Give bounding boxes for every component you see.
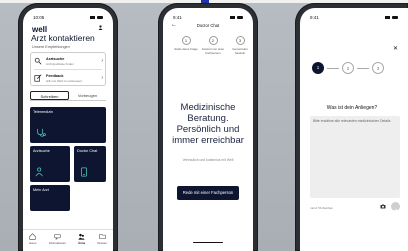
stethoscope-icon — [37, 128, 46, 137]
send-arrow-icon — [393, 208, 398, 213]
row-feedback[interactable]: Feedback Hilf uns Well zu verbessern › — [30, 70, 106, 86]
phone-doctor-chat: 9:41 ← Doctor Chat 1 Stelle deine Frage … — [158, 3, 258, 251]
row-title: Feedback — [46, 73, 64, 78]
search-person-icon — [34, 57, 42, 65]
hero-subtitle: Vertraulich und kostenlos mit Well — [182, 158, 234, 162]
step-connector — [327, 68, 339, 69]
status-time: 9:41 — [310, 14, 319, 20]
screen-2: 9:41 ← Doctor Chat 1 Stelle deine Frage … — [163, 8, 253, 251]
status-time: 9:41 — [173, 14, 182, 20]
step-dot-active: 1 — [312, 62, 324, 74]
screen-1: 10:05 well Arzt kontaktieren Unsere Empf… — [23, 8, 113, 251]
hero-line: Beratung. — [187, 113, 229, 124]
phone-arzt-kontaktieren: 10:05 well Arzt kontaktieren Unsere Empf… — [18, 3, 118, 251]
tile-arztsuche[interactable]: Arztsuche — [30, 146, 70, 182]
talk-to-professional-button[interactable]: Rede mit einer Fachperson — [177, 186, 239, 200]
row-title: Arztsuche — [46, 56, 65, 61]
tile-doctor-chat[interactable]: Doctor Chat — [74, 146, 106, 182]
row-arztsuche[interactable]: Arztsuche Arzt/Apotheke finden › — [30, 53, 106, 69]
tile-label: Arztsuche — [33, 149, 50, 153]
close-icon[interactable]: ✕ — [393, 45, 398, 52]
screen-3: 9:41 ✕ 1 2 3 Was ist dein Anliegen? Bitt… — [300, 8, 408, 251]
user-icon[interactable] — [98, 25, 103, 30]
step-caption: Gemeinsam handeln — [232, 47, 248, 55]
camera-icon[interactable] — [380, 204, 386, 209]
tab-home[interactable]: Home — [29, 233, 37, 251]
page-title: Arzt kontaktieren — [31, 33, 95, 43]
chevron-right-icon: › — [101, 75, 103, 81]
doctors-icon — [78, 233, 85, 240]
step-1: 1 Stelle deine Frage — [173, 36, 199, 52]
tab-dossier[interactable]: Dossier — [97, 233, 107, 251]
tile-mein-arzt[interactable]: Mein Arzt — [30, 185, 70, 211]
tab-label: Dossier — [97, 241, 107, 245]
tile-label: Mein Arzt — [33, 188, 49, 192]
status-icons — [90, 15, 103, 19]
tab-label: Ärzte — [78, 241, 86, 245]
tile-label: Doctor Chat — [77, 149, 98, 153]
tile-telemedizin[interactable]: Telemedizin — [30, 107, 106, 143]
step-dot: 3 — [372, 62, 384, 74]
step-number: 3 — [235, 36, 245, 45]
tab-label: Home — [29, 241, 37, 245]
phone-anliegen: 9:41 ✕ 1 2 3 Was ist dein Anliegen? Bitt… — [295, 3, 408, 251]
segmented-control: Schreiben Vorbeugen — [30, 91, 106, 101]
phone-chat-icon — [81, 167, 87, 177]
character-counter: mind. 50 Zeichen — [310, 206, 334, 210]
bottom-tab-bar: Home Informationen Ärzte Dossier — [23, 229, 113, 251]
step-dot: 2 — [342, 62, 354, 74]
status-time: 10:05 — [33, 14, 45, 20]
progress-stepper: 1 2 3 — [312, 62, 384, 74]
status-bar: 9:41 — [173, 13, 243, 21]
folder-icon — [99, 234, 106, 239]
send-button[interactable] — [391, 202, 400, 213]
step-connector — [357, 68, 369, 69]
question-heading: Was ist dein Anliegen? — [326, 105, 378, 111]
hero-line: immer erreichbar — [172, 135, 244, 146]
status-bar: 9:41 — [310, 13, 398, 21]
battery-icon — [97, 15, 103, 19]
row-subtitle: Arzt/Apotheke finden — [46, 61, 74, 66]
nav-title: Doctor Chat — [196, 23, 220, 28]
tab-aerzte[interactable]: Ärzte — [78, 233, 85, 251]
status-icons — [230, 15, 243, 19]
chat-icon — [54, 234, 61, 240]
status-bar: 10:05 — [33, 13, 103, 21]
tab-vorbeugen[interactable]: Vorbeugen — [69, 91, 106, 100]
section-label: Unsere Empfehlungen — [32, 45, 70, 49]
tab-schreiben[interactable]: Schreiben — [30, 91, 69, 100]
person-icon — [35, 167, 43, 177]
step-caption: Antwort von einer Fachperson — [201, 47, 225, 55]
signal-icon — [90, 15, 95, 19]
edit-icon — [34, 74, 42, 82]
battery-icon — [237, 15, 243, 19]
step-number: 1 — [181, 36, 191, 45]
hero-line: Persönlich und — [176, 124, 240, 135]
step-number: 2 — [208, 36, 218, 45]
concern-textarea[interactable]: Bitte erwähne alle relevanten medizinisc… — [310, 116, 400, 198]
row-subtitle: Hilf uns Well zu verbessern — [46, 78, 83, 83]
tile-label: Telemedizin — [33, 110, 54, 114]
step-2: 2 Antwort von einer Fachperson — [200, 36, 226, 55]
tab-informationen[interactable]: Informationen — [49, 233, 66, 251]
home-indicator — [193, 241, 223, 243]
signal-icon — [385, 15, 390, 19]
step-caption: Stelle deine Frage — [174, 47, 198, 51]
signal-icon — [230, 15, 235, 19]
steps-overview: 1 Stelle deine Frage 2 Antwort von einer… — [173, 36, 248, 60]
status-icons — [385, 15, 398, 19]
home-icon — [29, 233, 36, 240]
hero-line: Medizinische — [180, 102, 236, 113]
tab-label: Informationen — [48, 241, 66, 245]
battery-icon — [392, 15, 398, 19]
hero-headline: Medizinische Beratung. Persönlich und im… — [169, 102, 247, 146]
step-3: 3 Gemeinsam handeln — [227, 36, 253, 55]
chevron-right-icon: › — [101, 58, 103, 64]
